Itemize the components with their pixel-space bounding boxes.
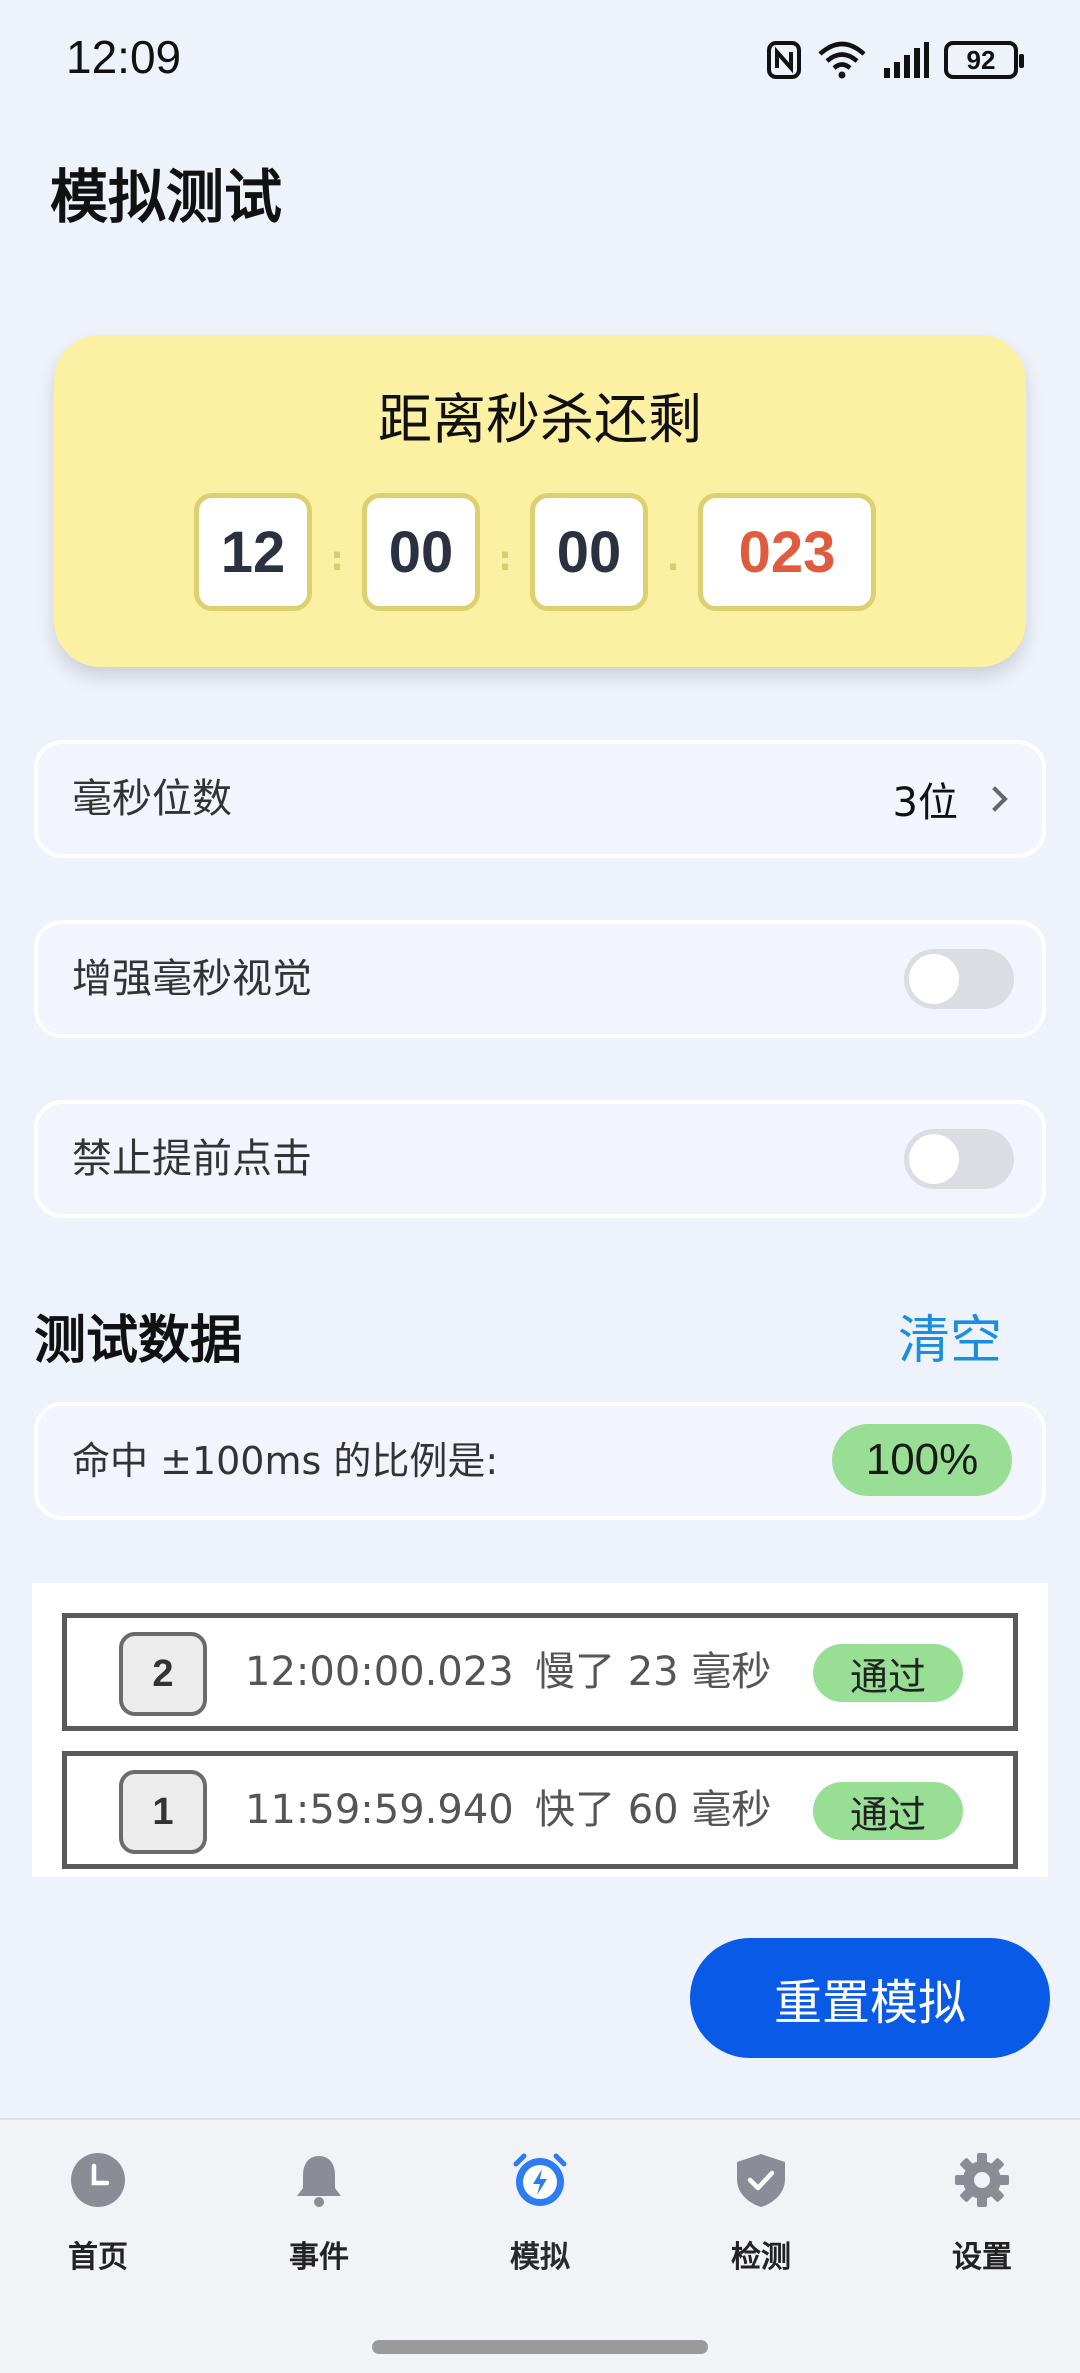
section-title: 测试数据 bbox=[34, 1311, 243, 1371]
forbid-early-setting: 禁止提前点击 bbox=[34, 1100, 1046, 1218]
ms-digits-value: 3位 bbox=[892, 780, 958, 826]
tab-settings[interactable]: 设置 bbox=[902, 2152, 1062, 2275]
tab-label: 事件 bbox=[289, 2240, 349, 2275]
status-bar: 12:09 92 bbox=[0, 0, 1080, 120]
record-index: 2 bbox=[119, 1632, 207, 1716]
record-diff: 快了 60 毫秒 bbox=[535, 1787, 772, 1833]
hit-ratio-label: 命中 ±100ms 的比例是: bbox=[72, 1439, 499, 1483]
ms-digits-label: 毫秒位数 bbox=[72, 776, 232, 822]
hours-box: 12 bbox=[194, 493, 312, 611]
shield-check-icon bbox=[737, 2154, 785, 2207]
tab-label: 检测 bbox=[731, 2240, 791, 2275]
tab-label: 模拟 bbox=[510, 2240, 570, 2275]
gear-icon bbox=[955, 2153, 1009, 2207]
separator: : bbox=[498, 539, 512, 579]
page-title: 模拟测试 bbox=[50, 163, 283, 231]
tab-simulate[interactable]: 模拟 bbox=[460, 2152, 620, 2275]
countdown-card: 距离秒杀还剩 12 : 00 : 00 . 023 bbox=[54, 335, 1026, 667]
wifi-icon bbox=[818, 41, 866, 79]
chevron-right-icon bbox=[982, 786, 1008, 812]
countdown-digits: 12 : 00 : 00 . 023 bbox=[194, 493, 876, 611]
record-diff: 慢了 23 毫秒 bbox=[535, 1649, 772, 1695]
tab-detect[interactable]: 检测 bbox=[681, 2152, 841, 2275]
status-badge: 通过 bbox=[813, 1644, 963, 1702]
hit-ratio-badge: 100% bbox=[832, 1424, 1012, 1496]
separator: : bbox=[330, 539, 344, 579]
battery-icon: 92 bbox=[944, 41, 1024, 79]
status-time: 12:09 bbox=[66, 31, 182, 83]
hit-ratio-card: 命中 ±100ms 的比例是: 100% bbox=[34, 1402, 1046, 1520]
status-badge: 通过 bbox=[813, 1782, 963, 1840]
seconds-box: 00 bbox=[530, 493, 648, 611]
list-item: 2 12:00:00.023 慢了 23 毫秒 通过 bbox=[62, 1613, 1018, 1731]
bell-icon bbox=[297, 2156, 341, 2207]
milliseconds-box: 023 bbox=[698, 493, 876, 611]
battery-level: 92 bbox=[966, 44, 996, 75]
record-index: 1 bbox=[119, 1770, 207, 1854]
bottom-tab-bar: 首页 事件 模拟 检测 设置 bbox=[0, 2118, 1080, 2373]
lightning-alarm-icon bbox=[513, 2153, 567, 2206]
record-time: 11:59:59.940 bbox=[245, 1787, 514, 1833]
reset-simulation-button[interactable]: 重置模拟 bbox=[690, 1938, 1050, 2058]
enhance-ms-toggle[interactable] bbox=[904, 949, 1014, 1009]
separator: . bbox=[666, 539, 680, 579]
tab-label: 设置 bbox=[952, 2240, 1012, 2275]
countdown-title: 距离秒杀还剩 bbox=[378, 388, 702, 451]
records-list: 2 12:00:00.023 慢了 23 毫秒 通过 1 11:59:59.94… bbox=[32, 1583, 1048, 1877]
forbid-early-label: 禁止提前点击 bbox=[72, 1136, 312, 1182]
enhance-ms-label: 增强毫秒视觉 bbox=[72, 956, 312, 1002]
nfc-icon bbox=[767, 41, 801, 79]
clock-icon bbox=[71, 2153, 125, 2207]
signal-icon bbox=[884, 42, 929, 78]
tab-home[interactable]: 首页 bbox=[18, 2152, 178, 2275]
forbid-early-toggle[interactable] bbox=[904, 1129, 1014, 1189]
minutes-box: 00 bbox=[362, 493, 480, 611]
record-time: 12:00:00.023 bbox=[245, 1649, 514, 1695]
list-item: 1 11:59:59.940 快了 60 毫秒 通过 bbox=[62, 1751, 1018, 1869]
clear-button[interactable]: 清空 bbox=[898, 1298, 1002, 1373]
ms-digits-setting[interactable]: 毫秒位数 3位 bbox=[34, 740, 1046, 858]
tab-label: 首页 bbox=[68, 2240, 128, 2275]
enhance-ms-setting: 增强毫秒视觉 bbox=[34, 920, 1046, 1038]
tab-events[interactable]: 事件 bbox=[239, 2152, 399, 2275]
status-icons: 92 bbox=[766, 36, 1024, 84]
home-indicator[interactable] bbox=[372, 2340, 708, 2354]
